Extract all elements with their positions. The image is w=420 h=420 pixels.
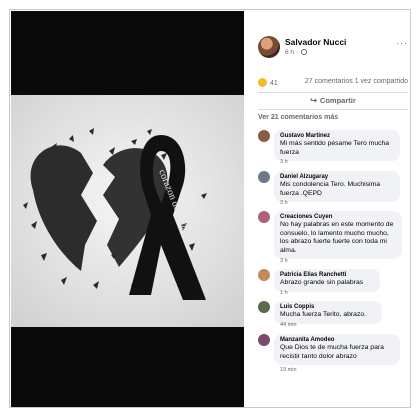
more-options-icon[interactable]: ··· [396, 38, 408, 48]
commenter-name[interactable]: Patricia Elias Ranchetti [280, 272, 374, 278]
comment-time[interactable]: 3 h [280, 200, 288, 206]
post-time[interactable]: 6 h [285, 49, 294, 56]
commenter-avatar[interactable] [258, 171, 270, 183]
share-icon: ↪ [310, 96, 317, 105]
commenter-avatar[interactable] [258, 211, 270, 223]
globe-icon [300, 49, 307, 55]
comment-bubble: Daniel Alzugaray Mis condolencia Tero. M… [274, 171, 400, 202]
broken-heart-image: corazon destrozado [11, 95, 244, 327]
commenter-name[interactable]: Manzanita Amodeo [280, 337, 394, 343]
commenter-name[interactable]: Daniel Alzugaray [280, 174, 394, 180]
author-name[interactable]: Salvador Nucci [285, 37, 346, 47]
post-stats: 41 27 comentarios 1 vez compartido [258, 78, 408, 90]
comment-bubble: Luis Coppis Mucha fuerza Terito, abrazo. [274, 301, 382, 324]
comment-text: Que Dios te de mucha fuerza para recisti… [280, 344, 384, 360]
comment-bubble: Creaciones Cuyen No hay palabras en este… [274, 211, 402, 259]
divider [258, 92, 408, 93]
commenter-avatar[interactable] [258, 130, 270, 142]
commenter-name[interactable]: Gustavo Martinez [280, 133, 394, 139]
comment-time[interactable]: 1 h [280, 290, 288, 296]
commenter-name[interactable]: Luis Coppis [280, 304, 376, 310]
comment-text: Mi más sentido pésame Tero mucha fuerza [280, 140, 390, 156]
post-meta: 6 h · [285, 49, 307, 56]
comment-time[interactable]: 19 min [280, 367, 297, 373]
comment-time[interactable]: 3 h [280, 258, 288, 264]
commenter-avatar[interactable] [258, 269, 270, 281]
comment-text: Mis condolencia Tero. Muchisima fuerza .… [280, 181, 380, 197]
view-more-comments-link[interactable]: Ver 21 comentarios más [258, 114, 338, 121]
reaction-icon [258, 78, 267, 87]
post-screenshot-frame: corazon destrozado Salvador Nucci 6 h · … [9, 9, 411, 408]
comment-time[interactable]: 3 h [280, 159, 288, 165]
commenter-avatar[interactable] [258, 301, 270, 313]
share-label: Compartir [319, 96, 356, 105]
share-count[interactable]: 1 vez compartido [355, 78, 408, 85]
comment-text: No hay palabras en este momento de consu… [280, 221, 394, 254]
comment-count[interactable]: 27 comentarios [305, 78, 353, 85]
comment-bubble: Manzanita Amodeo Que Dios te de mucha fu… [274, 334, 400, 365]
reactions-summary[interactable]: 41 [258, 78, 278, 87]
share-button[interactable]: ↪ Compartir [258, 96, 408, 105]
comment-bubble: Gustavo Martinez Mi más sentido pésame T… [274, 130, 400, 161]
divider [258, 109, 408, 110]
comment-text: Mucha fuerza Terito, abrazo. [280, 311, 367, 318]
commenter-avatar[interactable] [258, 334, 270, 346]
counts-summary: 27 comentarios 1 vez compartido [305, 78, 408, 85]
comment-time[interactable]: 44 min [280, 322, 297, 328]
comment-text: Abrazo grande sin palabras [280, 279, 364, 286]
post-side-panel: Salvador Nucci 6 h · ··· 41 27 comentari… [246, 11, 410, 407]
commenter-name[interactable]: Creaciones Cuyen [280, 214, 396, 220]
comment-bubble: Patricia Elias Ranchetti Abrazo grande s… [274, 269, 380, 292]
reaction-count: 41 [270, 80, 278, 87]
post-header: Salvador Nucci 6 h · ··· [258, 36, 408, 60]
author-avatar[interactable] [258, 36, 280, 58]
post-photo[interactable]: corazon destrozado [11, 11, 244, 407]
